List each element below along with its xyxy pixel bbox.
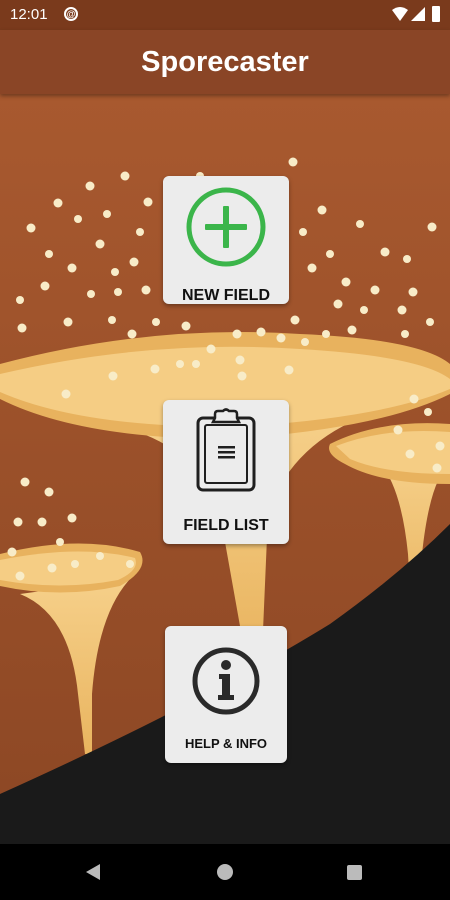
home-icon[interactable]	[217, 864, 233, 880]
info-circle-icon	[192, 647, 260, 715]
status-time: 12:01	[10, 6, 48, 23]
system-nav-bar	[0, 844, 450, 900]
plus-circle-icon	[186, 187, 266, 267]
field-list-label: FIELD LIST	[183, 517, 269, 534]
clipboard-icon	[196, 408, 256, 492]
new-field-button[interactable]: NEW FIELD	[163, 176, 289, 304]
battery-icon	[432, 6, 440, 22]
wifi-icon	[392, 7, 408, 21]
app-bar: Sporecaster	[0, 30, 450, 94]
app-title: Sporecaster	[141, 46, 309, 78]
help-info-button[interactable]: HELP & INFO	[165, 626, 287, 763]
recents-icon[interactable]	[347, 865, 362, 880]
field-list-button[interactable]: FIELD LIST	[163, 400, 289, 544]
new-field-label: NEW FIELD	[182, 287, 270, 304]
mushroom-background: NEW FIELD FIELD LIST HELP & INFO	[0, 94, 450, 844]
status-bar: 12:01 @	[0, 0, 450, 30]
sync-icon: @	[64, 7, 78, 21]
signal-icon	[411, 7, 425, 21]
help-info-label: HELP & INFO	[184, 736, 268, 751]
back-icon[interactable]	[86, 864, 100, 880]
